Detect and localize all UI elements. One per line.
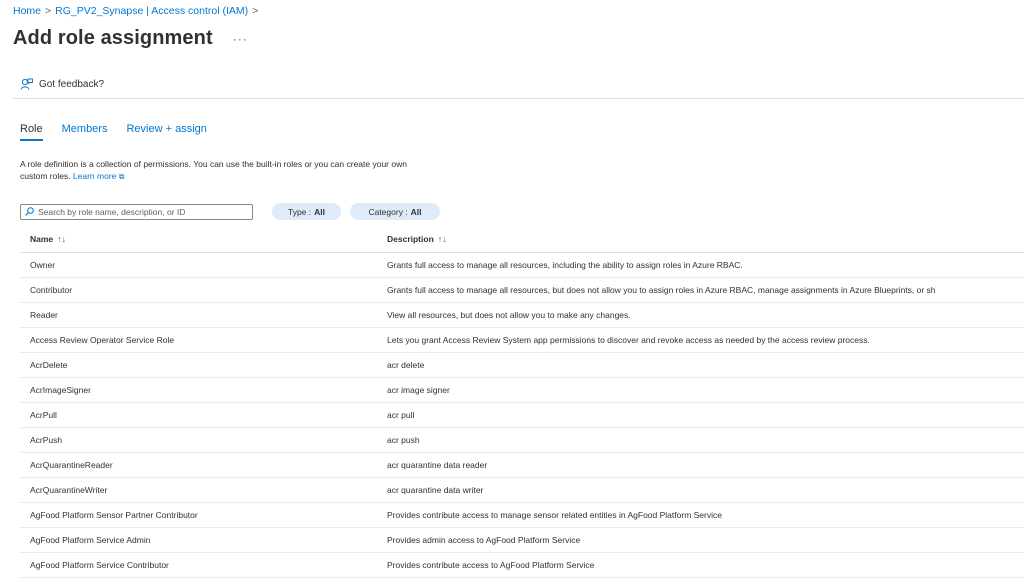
role-description-cell: acr quarantine data writer [377, 477, 1024, 503]
table-row[interactable]: AgFood Platform Service Contributor Provi… [20, 552, 1024, 578]
table-row[interactable]: AcrQuarantineReader acr quarantine data r… [20, 452, 1024, 478]
table-row[interactable]: AcrQuarantineWriter acr quarantine data w… [20, 477, 1024, 503]
search-input[interactable] [38, 206, 248, 217]
learn-more-link[interactable]: Learn more [73, 171, 116, 181]
header-divider [13, 98, 1024, 99]
role-name-cell: AcrDelete [20, 352, 377, 378]
role-name-cell: AcrPull [20, 402, 377, 428]
role-name-cell: AgFood Platform Service Admin [20, 527, 377, 553]
column-header-name-label: Name [30, 233, 54, 244]
search-box[interactable] [20, 203, 253, 220]
table-row[interactable]: Contributor Grants full access to manage … [20, 277, 1024, 303]
category-filter-pill[interactable]: Category : All [350, 203, 440, 220]
breadcrumb-resource[interactable]: RG_PV2_Synapse | Access control (IAM) [55, 5, 248, 17]
table-row[interactable]: Access Review Operator Service Role Lets … [20, 327, 1024, 353]
description-line-2-wrap: custom roles. Learn more ⧉ [20, 170, 500, 183]
role-description-cell: Grants full access to manage all resourc… [377, 252, 1024, 278]
title-row: Add role assignment ··· [13, 27, 248, 50]
table-row[interactable]: AcrPush acr push [20, 427, 1024, 453]
role-description-cell: Grants full access to manage all resourc… [377, 277, 1024, 303]
role-description-cell: Provides contribute access to manage sen… [377, 502, 1024, 528]
role-description-cell: Provides admin access to AgFood Platform… [377, 527, 1024, 553]
role-name-cell: Contributor [20, 277, 377, 303]
sort-icon[interactable]: ↑↓ [57, 234, 66, 244]
role-description-cell: acr quarantine data reader [377, 452, 1024, 478]
role-name-cell: AgFood Platform Service Contributor [20, 552, 377, 578]
role-name-cell: Owner [20, 252, 377, 278]
table-row[interactable]: AgFood Platform Sensor Partner Contribut… [20, 502, 1024, 528]
role-description-text: A role definition is a collection of per… [20, 158, 500, 183]
tab-review-assign[interactable]: Review + assign [126, 123, 206, 141]
table-row[interactable]: AcrPull acr pull [20, 402, 1024, 428]
breadcrumb-home[interactable]: Home [13, 5, 41, 17]
role-name-cell: AgFood Platform Sensor Partner Contribut… [20, 502, 377, 528]
feedback-button[interactable]: Got feedback? [20, 78, 104, 90]
role-name-cell: AcrPush [20, 427, 377, 453]
column-header-name[interactable]: Name ↑↓ [20, 226, 377, 253]
role-name-cell: AcrQuarantineWriter [20, 477, 377, 503]
role-description-cell: acr push [377, 427, 1024, 453]
role-description-cell: Provides contribute access to AgFood Pla… [377, 552, 1024, 578]
feedback-label: Got feedback? [39, 78, 105, 90]
table-header-row: Name ↑↓ Description ↑↓ [20, 226, 1024, 253]
table-row[interactable]: AcrDelete acr delete [20, 352, 1024, 378]
table-row[interactable]: Reader View all resources, but does not a… [20, 302, 1024, 328]
tab-bar: Role Members Review + assign [20, 123, 226, 141]
role-description-cell: acr pull [377, 402, 1024, 428]
breadcrumb-separator: > [45, 5, 52, 17]
role-description-cell: acr delete [377, 352, 1024, 378]
more-options-button[interactable]: ··· [233, 32, 248, 46]
column-header-description[interactable]: Description ↑↓ [377, 226, 1024, 253]
column-header-description-label: Description [387, 233, 434, 244]
description-line-1: A role definition is a collection of per… [20, 159, 407, 169]
table-row[interactable]: AcrImageSigner acr image signer [20, 377, 1024, 403]
filter-bar: Type :All Category :All [20, 203, 440, 220]
role-name-cell: Access Review Operator Service Role [20, 327, 377, 353]
category-filter-label: Category : [368, 206, 408, 217]
category-filter-value: All [410, 206, 422, 217]
external-link-icon: ⧉ [118, 172, 125, 181]
feedback-person-icon [20, 78, 33, 90]
role-name-cell: AcrQuarantineReader [20, 452, 377, 478]
tab-members[interactable]: Members [62, 123, 108, 141]
roles-table: Name ↑↓ Description ↑↓ Owner Grants full ac… [20, 226, 1024, 578]
role-name-cell: Reader [20, 302, 377, 328]
description-line-2: custom roles. [20, 171, 71, 181]
search-icon [25, 207, 34, 216]
table-row[interactable]: AgFood Platform Service Admin Provides ad… [20, 527, 1024, 553]
table-row[interactable]: Owner Grants full access to manage all re… [20, 252, 1024, 278]
type-filter-value: All [314, 206, 326, 217]
type-filter-pill[interactable]: Type : All [272, 203, 341, 220]
type-filter-label: Type : [287, 206, 312, 217]
breadcrumb-separator: > [252, 5, 259, 17]
sort-icon[interactable]: ↑↓ [438, 234, 447, 244]
role-description-cell: View all resources, but does not allow y… [377, 302, 1024, 328]
role-name-cell: AcrImageSigner [20, 377, 377, 403]
breadcrumb: Home > RG_PV2_Synapse | Access control (IA… [13, 5, 262, 17]
role-description-cell: acr image signer [377, 377, 1024, 403]
page-title: Add role assignment [13, 27, 213, 49]
tab-role[interactable]: Role [20, 123, 43, 141]
role-description-cell: Lets you grant Access Review System app … [377, 327, 1024, 353]
